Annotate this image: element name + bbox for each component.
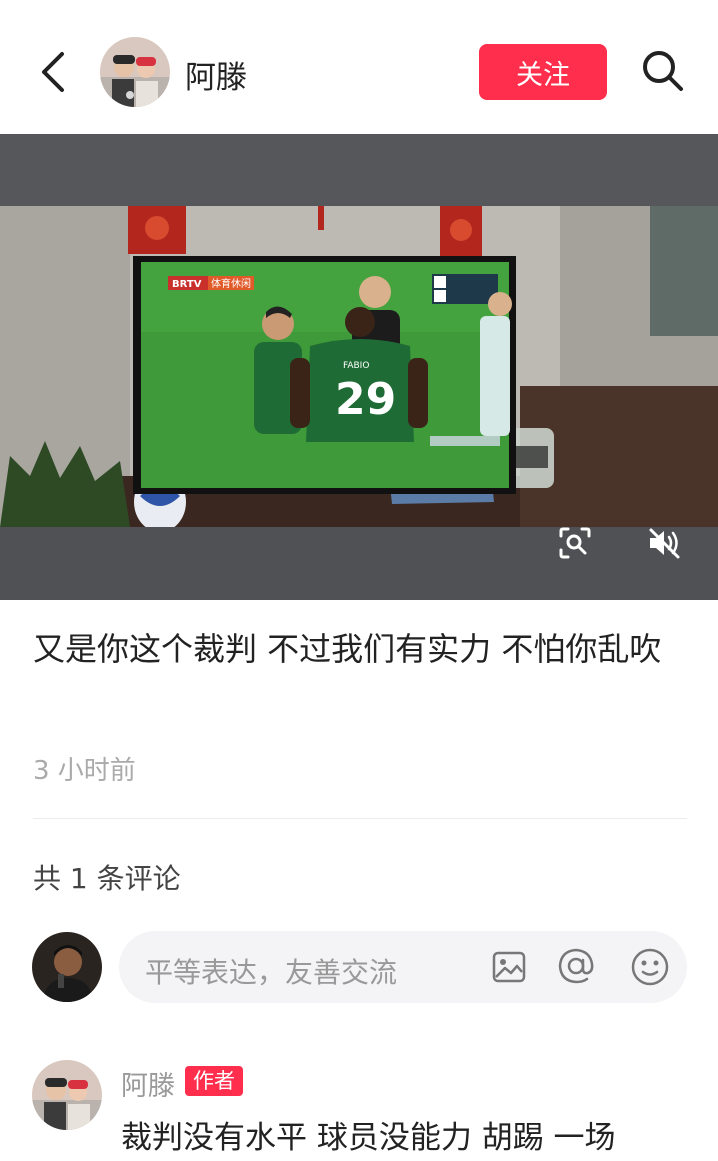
mute-icon[interactable]: [646, 526, 682, 560]
top-bar: 阿滕 关注: [0, 0, 718, 134]
tv-channel-name: 体育休闲: [211, 277, 251, 290]
post-caption: 又是你这个裁判 不过我们有实力 不怕你乱吹: [33, 630, 662, 668]
author-name[interactable]: 阿滕: [185, 52, 247, 97]
comment-count: 共 1 条评论: [33, 862, 181, 895]
video-frame: BRTV 体育休闲 29 FABIO: [0, 206, 718, 532]
tv-channel-logo: BRTV: [172, 279, 202, 290]
comment-text: 裁判没有水平 球员没能力 胡踢 一场: [121, 1120, 616, 1156]
jersey-number: 29: [335, 374, 396, 425]
back-arrow-icon[interactable]: [34, 48, 74, 96]
emoji-icon[interactable]: [629, 946, 671, 988]
lens-search-icon[interactable]: [558, 526, 592, 560]
video-letterbox-bottom: [0, 527, 718, 600]
image-icon[interactable]: [491, 949, 527, 985]
author-avatar[interactable]: [100, 37, 170, 107]
my-avatar: [32, 932, 102, 1002]
author-badge: 作者: [185, 1066, 243, 1096]
video-player[interactable]: BRTV 体育休闲 29 FABIO: [0, 134, 718, 600]
mention-icon[interactable]: [555, 945, 597, 987]
comment-author-avatar[interactable]: [32, 1060, 102, 1130]
video-letterbox-top: [0, 134, 718, 206]
comment-input[interactable]: 平等表达，友善交流: [119, 931, 687, 1003]
search-icon[interactable]: [638, 46, 686, 94]
comment-author-name[interactable]: 阿滕: [121, 1064, 175, 1103]
comment-input-placeholder: 平等表达，友善交流: [145, 956, 398, 989]
jersey-name: FABIO: [343, 361, 369, 371]
follow-button[interactable]: 关注: [479, 44, 607, 100]
divider: [33, 818, 687, 819]
post-time: 3 小时前: [33, 756, 136, 786]
